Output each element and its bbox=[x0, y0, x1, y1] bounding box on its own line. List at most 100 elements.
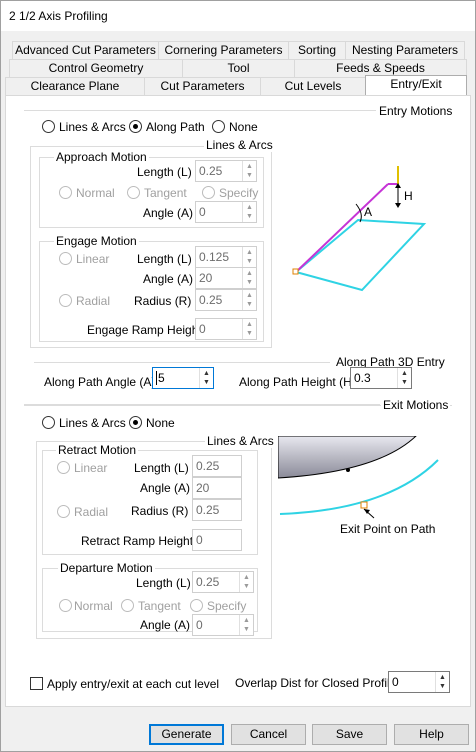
approach-length-value: 0.25 bbox=[199, 164, 223, 178]
engage-length-arrows[interactable]: ▲ ▼ bbox=[242, 247, 256, 267]
entry-diagram-h-label: H bbox=[404, 189, 413, 203]
tab-cut-parameters[interactable]: Cut Parameters bbox=[144, 77, 261, 95]
engage-title: Engage Motion bbox=[54, 234, 139, 248]
departure-normal-radio[interactable] bbox=[59, 599, 72, 612]
approach-specify-radio[interactable] bbox=[202, 186, 215, 199]
entry-none-radio[interactable] bbox=[212, 120, 225, 133]
cancel-button[interactable]: Cancel bbox=[231, 724, 306, 745]
departure-specify-label: Specify bbox=[207, 599, 247, 613]
engage-radius-arrows[interactable]: ▲ ▼ bbox=[242, 290, 256, 310]
help-button[interactable]: Help bbox=[394, 724, 469, 745]
retract-ramp-label: Retract Ramp Height bbox=[81, 534, 194, 548]
retract-radial-label: Radial bbox=[74, 505, 109, 519]
entry-diagram-h-arrow-down bbox=[395, 203, 401, 208]
save-button[interactable]: Save bbox=[312, 724, 387, 745]
retract-title: Retract Motion bbox=[56, 443, 139, 457]
retract-angle-label: Angle (A) bbox=[140, 481, 191, 495]
engage-angle-value: 20 bbox=[199, 271, 213, 285]
exit-lines-arcs-title: Lines & Arcs bbox=[205, 434, 276, 448]
engage-angle-arrows[interactable]: ▲ ▼ bbox=[242, 268, 256, 288]
overlap-dist-value[interactable]: 0 bbox=[392, 675, 399, 689]
departure-tangent-radio[interactable] bbox=[121, 599, 134, 612]
apply-each-cut-level-checkbox[interactable] bbox=[30, 677, 43, 690]
tab-sorting[interactable]: Sorting bbox=[288, 41, 346, 59]
departure-angle-arrows[interactable]: ▲ ▼ bbox=[239, 615, 253, 635]
entry-diagram-a-label: A bbox=[364, 205, 372, 219]
engage-radial-radio[interactable] bbox=[59, 294, 72, 307]
engage-length-spinner[interactable]: 0.125 ▲ ▼ bbox=[195, 246, 257, 268]
approach-length-arrows[interactable]: ▲ ▼ bbox=[242, 161, 256, 181]
engage-ramp-label: Engage Ramp Height bbox=[87, 323, 202, 337]
tab-clearance-plane[interactable]: Clearance Plane bbox=[5, 77, 145, 95]
entry-exit-panel: Entry Motions Lines & Arcs Along Path No… bbox=[5, 95, 471, 707]
along-path-angle-value[interactable]: 5 bbox=[156, 371, 165, 385]
departure-length-arrows[interactable]: ▲ ▼ bbox=[239, 572, 253, 592]
approach-angle-spinner[interactable]: 0 ▲ ▼ bbox=[195, 201, 257, 223]
departure-angle-spinner[interactable]: 0 ▲ ▼ bbox=[192, 614, 254, 636]
engage-linear-radio[interactable] bbox=[59, 252, 72, 265]
retract-length-value: 0.25 bbox=[196, 459, 220, 473]
retract-linear-radio[interactable] bbox=[57, 461, 70, 474]
approach-tangent-radio[interactable] bbox=[127, 186, 140, 199]
departure-length-spinner[interactable]: 0.25 ▲ ▼ bbox=[192, 571, 254, 593]
approach-title: Approach Motion bbox=[54, 150, 149, 164]
approach-length-spinner[interactable]: 0.25 ▲ ▼ bbox=[195, 160, 257, 182]
entry-motions-title: Entry Motions bbox=[377, 104, 455, 118]
departure-specify-radio[interactable] bbox=[190, 599, 203, 612]
retract-length-spinner[interactable]: 0.25 bbox=[192, 455, 242, 477]
exit-none-radio[interactable] bbox=[129, 416, 142, 429]
engage-ramp-value: 0 bbox=[199, 322, 206, 336]
overlap-dist-label: Overlap Dist for Closed Profiles bbox=[235, 676, 403, 690]
tab-advanced-cut-parameters[interactable]: Advanced Cut Parameters bbox=[12, 41, 159, 59]
approach-normal-label: Normal bbox=[76, 186, 115, 200]
engage-angle-spinner[interactable]: 20 ▲ ▼ bbox=[195, 267, 257, 289]
departure-tangent-label: Tangent bbox=[138, 599, 181, 613]
tab-control-geometry[interactable]: Control Geometry bbox=[9, 59, 183, 77]
exit-lines-arcs-radio[interactable] bbox=[42, 416, 55, 429]
engage-linear-label: Linear bbox=[76, 252, 110, 266]
along-path-height-value[interactable]: 0.3 bbox=[354, 371, 371, 385]
along-path-height-label: Along Path Height (H) bbox=[239, 375, 356, 389]
exit-motions-title: Exit Motions bbox=[381, 398, 451, 412]
engage-radius-spinner[interactable]: 0.25 ▲ ▼ bbox=[195, 289, 257, 311]
tab-tool[interactable]: Tool bbox=[182, 59, 295, 77]
along-path-height-spinner[interactable]: 0.3 ▲ ▼ bbox=[350, 367, 412, 389]
entry-top-line bbox=[24, 110, 376, 111]
entry-diagram-ramp bbox=[295, 183, 389, 273]
engage-ramp-spinner[interactable]: 0 ▲ ▼ bbox=[195, 318, 257, 340]
along-path-height-arrows[interactable]: ▲ ▼ bbox=[397, 368, 411, 388]
along-path-angle-arrows[interactable]: ▲ ▼ bbox=[199, 368, 213, 388]
tab-row-1: Advanced Cut Parameters Cornering Parame… bbox=[1, 41, 475, 59]
exit-top-line bbox=[24, 404, 380, 405]
retract-radial-radio[interactable] bbox=[57, 505, 70, 518]
tab-nesting-parameters[interactable]: Nesting Parameters bbox=[345, 41, 465, 59]
approach-normal-radio[interactable] bbox=[59, 186, 72, 199]
engage-radius-label: Radius (R) bbox=[134, 294, 192, 308]
entry-along-path-radio[interactable] bbox=[129, 120, 142, 133]
engage-length-value: 0.125 bbox=[199, 250, 230, 264]
approach-specify-label: Specify bbox=[219, 186, 259, 200]
generate-button[interactable]: Generate bbox=[149, 724, 224, 745]
tab-cut-levels[interactable]: Cut Levels bbox=[260, 77, 366, 95]
entry-lines-arcs-label: Lines & Arcs bbox=[59, 120, 126, 134]
tab-entry-exit[interactable]: Entry/Exit bbox=[365, 75, 467, 95]
along-path-angle-spinner[interactable]: 5 ▲ ▼ bbox=[152, 367, 214, 389]
overlap-dist-arrows[interactable]: ▲ ▼ bbox=[435, 672, 449, 692]
entry-diagram: H A bbox=[292, 166, 427, 292]
entry-diagram-start-point bbox=[292, 268, 299, 275]
approach-length-label: Length (L) bbox=[137, 165, 192, 179]
entry-lines-arcs-title: Lines & Arcs bbox=[204, 138, 275, 152]
approach-angle-value: 0 bbox=[199, 205, 206, 219]
tab-cornering-parameters[interactable]: Cornering Parameters bbox=[158, 41, 289, 59]
engage-ramp-arrows[interactable]: ▲ ▼ bbox=[242, 319, 256, 339]
retract-angle-spinner[interactable]: 20 bbox=[192, 477, 242, 499]
approach-angle-arrows[interactable]: ▲ ▼ bbox=[242, 202, 256, 222]
overlap-dist-spinner[interactable]: 0 ▲ ▼ bbox=[388, 671, 450, 693]
retract-linear-label: Linear bbox=[74, 461, 108, 475]
retract-radius-spinner[interactable]: 0.25 bbox=[192, 499, 242, 521]
entry-lines-arcs-radio[interactable] bbox=[42, 120, 55, 133]
tab-row-3: Clearance Plane Cut Parameters Cut Level… bbox=[1, 75, 475, 95]
retract-angle-value: 20 bbox=[196, 481, 210, 495]
retract-ramp-spinner[interactable]: 0 bbox=[192, 529, 242, 551]
departure-angle-value: 0 bbox=[196, 618, 203, 632]
